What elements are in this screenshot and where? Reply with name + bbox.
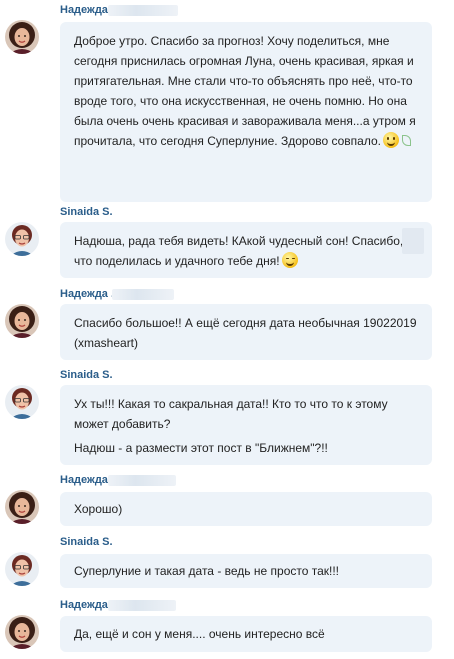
- avatar[interactable]: [5, 615, 39, 649]
- message-bubble: Доброе утро. Спасибо за прогноз! Хочу по…: [60, 22, 432, 202]
- avatar[interactable]: [5, 385, 39, 419]
- quote-thumbnail: [402, 228, 424, 254]
- message-text: Суперлуние и такая дата - ведь не просто…: [74, 564, 340, 578]
- avatar[interactable]: [5, 20, 39, 54]
- message-author[interactable]: Надежда: [60, 599, 108, 611]
- leaf-icon: [402, 135, 411, 146]
- avatar[interactable]: [5, 304, 39, 338]
- message-bubble: Надюша, рада тебя видеть! КАкой чудесный…: [60, 222, 432, 278]
- message-author[interactable]: Sinaida S.: [60, 369, 113, 381]
- message-text: Надюш - а размести этот пост в "Ближнем"…: [74, 441, 328, 455]
- blurred-surname: [112, 289, 174, 300]
- wink-icon: [281, 252, 298, 268]
- message-bubble: Да, ещё и сон у меня.... очень интересно…: [60, 616, 432, 652]
- avatar[interactable]: [5, 552, 39, 586]
- message-author[interactable]: Sinaida S.: [60, 536, 113, 548]
- message-author[interactable]: Sinaida S.: [60, 206, 113, 218]
- blurred-surname: [108, 475, 176, 486]
- message-bubble: Хорошо): [60, 492, 432, 526]
- blurred-surname: [108, 5, 178, 16]
- message-text: Надюша, рада тебя видеть! КАкой чудесный…: [74, 234, 404, 268]
- avatar[interactable]: [5, 490, 39, 524]
- message-bubble: Суперлуние и такая дата - ведь не просто…: [60, 554, 432, 588]
- message-author[interactable]: Надежда: [60, 4, 108, 16]
- message-author[interactable]: Надежда .: [60, 288, 114, 300]
- message-bubble: Ух ты!!! Какая то сакральная дата!! Кто …: [60, 385, 432, 465]
- message-text: Ух ты!!! Какая то сакральная дата!! Кто …: [74, 397, 388, 431]
- message-text: Доброе утро. Спасибо за прогноз! Хочу по…: [74, 34, 416, 148]
- message-text: Спасибо большое!! А ещё сегодня дата нео…: [74, 316, 417, 350]
- avatar[interactable]: [5, 222, 39, 256]
- message-bubble: Спасибо большое!! А ещё сегодня дата нео…: [60, 304, 432, 360]
- smile-icon: [383, 132, 399, 148]
- blurred-surname: [108, 600, 176, 611]
- message-text: Да, ещё и сон у меня.... очень интересно…: [74, 627, 325, 641]
- message-author[interactable]: Надежда: [60, 474, 108, 486]
- message-text: Хорошо): [74, 502, 123, 516]
